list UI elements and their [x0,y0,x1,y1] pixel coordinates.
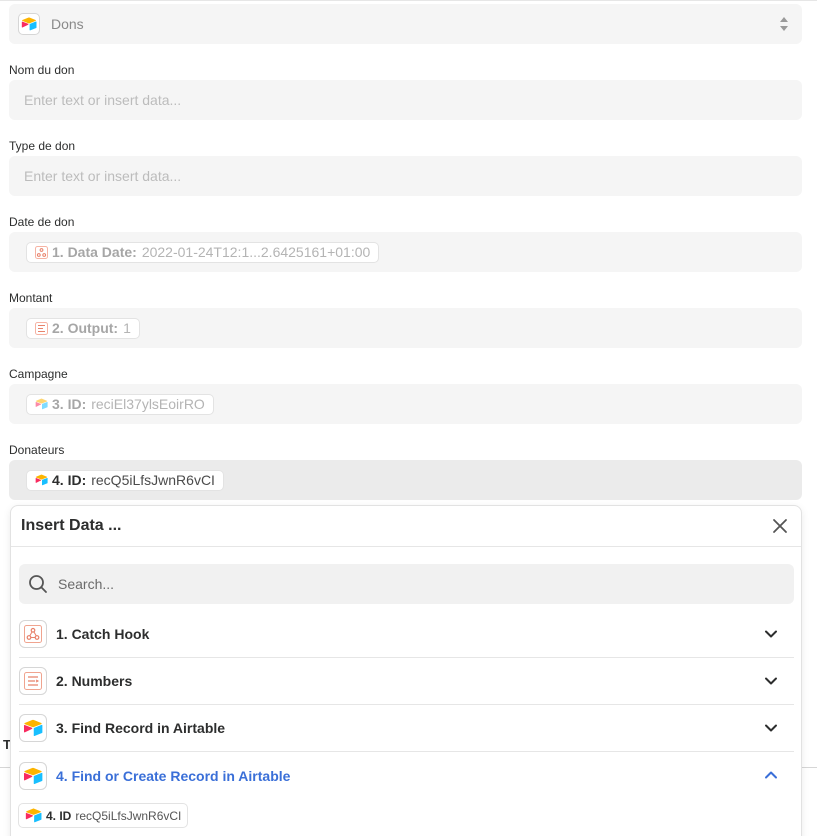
pill-value: 1 [123,320,131,336]
step-numbers[interactable]: 2. Numbers [19,658,794,705]
step-find-or-create-record-in-airtable[interactable]: 4. Find or Create Record in Airtable [19,752,794,799]
background-divider [0,767,10,768]
field-placeholder: Enter text or insert data... [24,168,182,184]
step-catch-hook[interactable]: 1. Catch Hook [19,611,794,658]
pill-value: 2022-01-24T12:1...2.6425161+01:00 [141,244,371,260]
pill-value: reciEl37ylsEoirRO [91,396,205,412]
pill-key: 1. Data Date: [52,244,137,260]
field-montant[interactable]: 2. Output: 1 [9,308,802,348]
search-input[interactable] [58,576,758,592]
insert-data-header: Insert Data ... [11,506,801,547]
field-donateurs[interactable]: 4. ID: recQ5iLfsJwnR6vCI [9,460,802,500]
airtable-icon [18,13,40,35]
airtable-icon [35,398,48,411]
step-find-record-in-airtable[interactable]: 3. Find Record in Airtable [19,705,794,752]
airtable-icon [25,808,42,823]
pill-key: 4. ID: [52,472,87,488]
airtable-icon [35,474,48,487]
table-select-label: Dons [51,16,84,32]
top-divider [0,0,817,1]
data-pill[interactable]: 4. ID: recQ5iLfsJwnR6vCI [26,469,224,491]
pill-value: recQ5iLfsJwnR6vCI [91,472,215,488]
chevron-down-icon[interactable] [764,627,778,641]
field-date-de-don[interactable]: 1. Data Date: 2022-01-24T12:1...2.642516… [9,232,802,272]
insert-data-title: Insert Data ... [21,517,122,534]
search-field[interactable] [19,564,794,604]
search-icon [29,575,47,593]
airtable-icon [19,714,47,742]
field-label-donateurs: Donateurs [9,443,65,457]
step-label: 4. Find or Create Record in Airtable [56,767,291,784]
result-pill[interactable]: 4. ID recQ5iLfsJwnR6vCI [18,803,189,828]
table-select[interactable]: Dons [9,4,802,44]
field-nom-du-don[interactable]: Enter text or insert data... [9,80,802,120]
data-pill[interactable]: 2. Output: 1 [26,317,140,339]
chevron-down-icon[interactable] [764,674,778,688]
sort-arrows-icon [780,17,788,31]
numbers-icon [35,321,48,335]
step-label: 1. Catch Hook [56,626,150,642]
field-type-de-don[interactable]: Enter text or insert data... [9,156,802,196]
insert-data-panel: Insert Data ... 1. Catch Hook 2. Numbers [10,505,802,836]
field-label-date-de-don: Date de don [9,215,75,229]
airtable-icon [19,761,47,790]
field-label-type-de-don: Type de don [9,139,76,153]
webhook-icon [19,620,47,648]
pill-key: 4. ID [46,808,72,823]
field-label-nom-du-don: Nom du don [9,63,75,77]
field-label-campagne: Campagne [9,367,68,381]
pill-key: 2. Output: [52,320,119,336]
numbers-icon [19,667,47,695]
data-pill[interactable]: 1. Data Date: 2022-01-24T12:1...2.642516… [26,241,380,263]
field-campagne[interactable]: 3. ID: reciEl37ylsEoirRO [9,384,802,424]
field-placeholder: Enter text or insert data... [24,92,182,108]
webhook-icon [35,245,48,259]
step-label: 2. Numbers [56,673,133,689]
pill-value: recQ5iLfsJwnR6vCI [75,808,182,823]
chevron-up-icon[interactable] [764,768,778,782]
pill-key: 3. ID: [52,396,87,412]
step-label: 3. Find Record in Airtable [56,720,226,736]
data-pill[interactable]: 4. ID recQ5iLfsJwnR6vCI [18,803,189,828]
chevron-down-icon[interactable] [764,721,778,735]
close-icon[interactable] [771,517,789,535]
background-divider [802,767,817,768]
data-pill[interactable]: 3. ID: reciEl37ylsEoirRO [26,393,214,415]
field-label-montant: Montant [9,291,53,305]
